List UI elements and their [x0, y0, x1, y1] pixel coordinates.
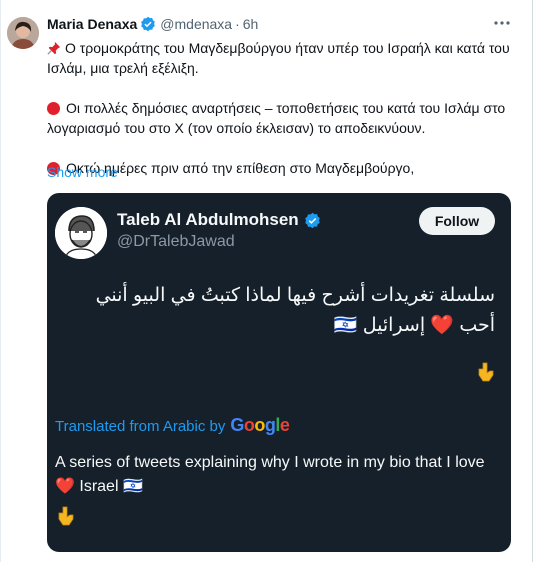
red-circle-icon	[47, 102, 60, 115]
quoted-avatar[interactable]	[55, 207, 107, 259]
quoted-tweet-card[interactable]: Taleb Al Abdulmohsen @DrTalebJawad Follo…	[47, 193, 511, 552]
tweet-header: Maria Denaxa @mdenaxa · 6h	[47, 16, 258, 32]
paragraph-2: Οι πολλές δημόσιες αναρτήσεις – τοποθετή…	[47, 98, 517, 138]
english-translation-text: A series of tweets explaining why I wrot…	[55, 454, 485, 495]
translation-note[interactable]: Translated from Arabic by Google	[55, 415, 290, 436]
show-more-link[interactable]: Show more	[47, 164, 118, 180]
translated-prefix: Translated from Arabic by	[55, 418, 226, 435]
quoted-author-handle[interactable]: @DrTalebJawad	[117, 233, 235, 251]
pointing-down-icon	[477, 361, 495, 388]
pointing-down-icon	[57, 505, 75, 532]
paragraph-2-text: Οι πολλές δημόσιες αναρτήσεις – τοποθετή…	[47, 100, 506, 136]
quoted-author-row: Taleb Al Abdulmohsen	[117, 210, 321, 230]
tweet-body: Ο τρομοκράτης του Μαγδεμβούργου ήταν υπέ…	[47, 38, 517, 178]
author-name[interactable]: Maria Denaxa	[47, 16, 137, 32]
avatar[interactable]	[7, 17, 39, 49]
tweet-time[interactable]: 6h	[243, 16, 259, 32]
author-handle[interactable]: @mdenaxa	[160, 16, 232, 32]
pushpin-icon	[47, 41, 61, 55]
separator-dot: ·	[235, 16, 240, 32]
paragraph-1-text: Ο τρομοκράτης του Μαγδεμβούργου ήταν υπέ…	[47, 40, 510, 76]
google-logo: Google	[230, 415, 290, 435]
verified-badge-icon	[141, 16, 156, 32]
paragraph-1: Ο τρομοκράτης του Μαγδεμβούργου ήταν υπέ…	[47, 38, 517, 78]
more-icon[interactable]	[492, 16, 512, 30]
verified-badge-icon	[304, 212, 320, 228]
quoted-author-name[interactable]: Taleb Al Abdulmohsen	[117, 210, 299, 230]
follow-button[interactable]: Follow	[419, 207, 495, 235]
paragraph-3-text: Οκτώ ημέρες πριν από την επίθεση στο Μαγ…	[66, 160, 415, 176]
arabic-tweet-text: سلسلة تغريدات أشرح فيها لماذا كتبتُ في ا…	[95, 285, 495, 336]
